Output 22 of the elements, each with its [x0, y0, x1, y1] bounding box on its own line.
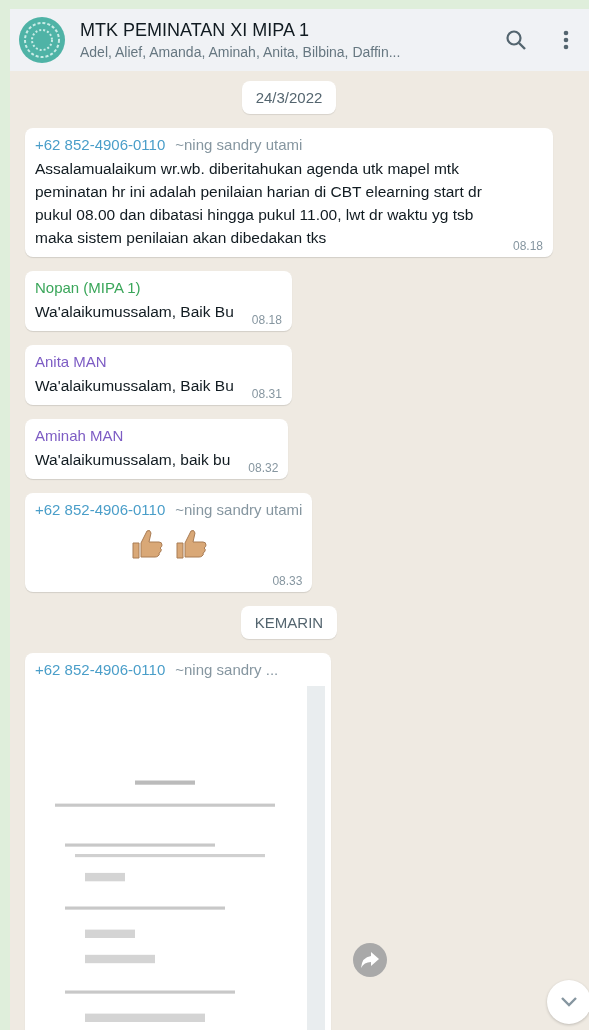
- message-text: Wa'alaikumussalam, Baik Bu: [35, 302, 234, 322]
- date-label: 24/3/2022: [241, 81, 337, 114]
- sender-name[interactable]: Nopan (MIPA 1): [35, 279, 141, 296]
- sender-push-name: ~ning sandry utami: [175, 136, 303, 153]
- date-label: KEMARIN: [240, 606, 338, 639]
- sender-push-name: ~ning sandry utami: [175, 501, 303, 518]
- message-text: Wa'alaikumussalam, baik bu: [35, 450, 231, 470]
- sender-name[interactable]: +62 852-4906-0110: [35, 136, 166, 153]
- message-time: 08.18: [251, 313, 282, 327]
- sender-name[interactable]: +62 852-4906-0110: [35, 661, 166, 678]
- group-title[interactable]: MTK PEMINATAN XI MIPA 1: [80, 20, 473, 41]
- message-time: 08.33: [272, 574, 303, 588]
- group-members: Adel, Alief, Amanda, Aminah, Anita, Bilbina, Daffin...: [80, 44, 402, 60]
- message-text: Wa'alaikumussalam, Baik Bu: [35, 376, 234, 396]
- message-time: 08.32: [248, 461, 279, 475]
- sender-name[interactable]: +62 852-4906-0110: [35, 501, 166, 518]
- sender-push-name: ~ning sandry ...: [175, 661, 279, 678]
- sender-name[interactable]: Anita MAN: [35, 353, 107, 370]
- message-time: 08.18: [512, 239, 543, 253]
- message-time: 08.31: [251, 387, 282, 401]
- sender-name[interactable]: Aminah MAN: [35, 427, 124, 444]
- message-text: Assalamualaikum wr.wb. diberitahukan agenda utk mapel mtk peminatan hr ini adalah penilaian harian di CBT elearning start dr pukul 08.00 dan dibatasi hingga pukul 11.00, lwt dr waktu yg tsb maka sistem penilaian akan dibedakan tks: [35, 159, 483, 248]
